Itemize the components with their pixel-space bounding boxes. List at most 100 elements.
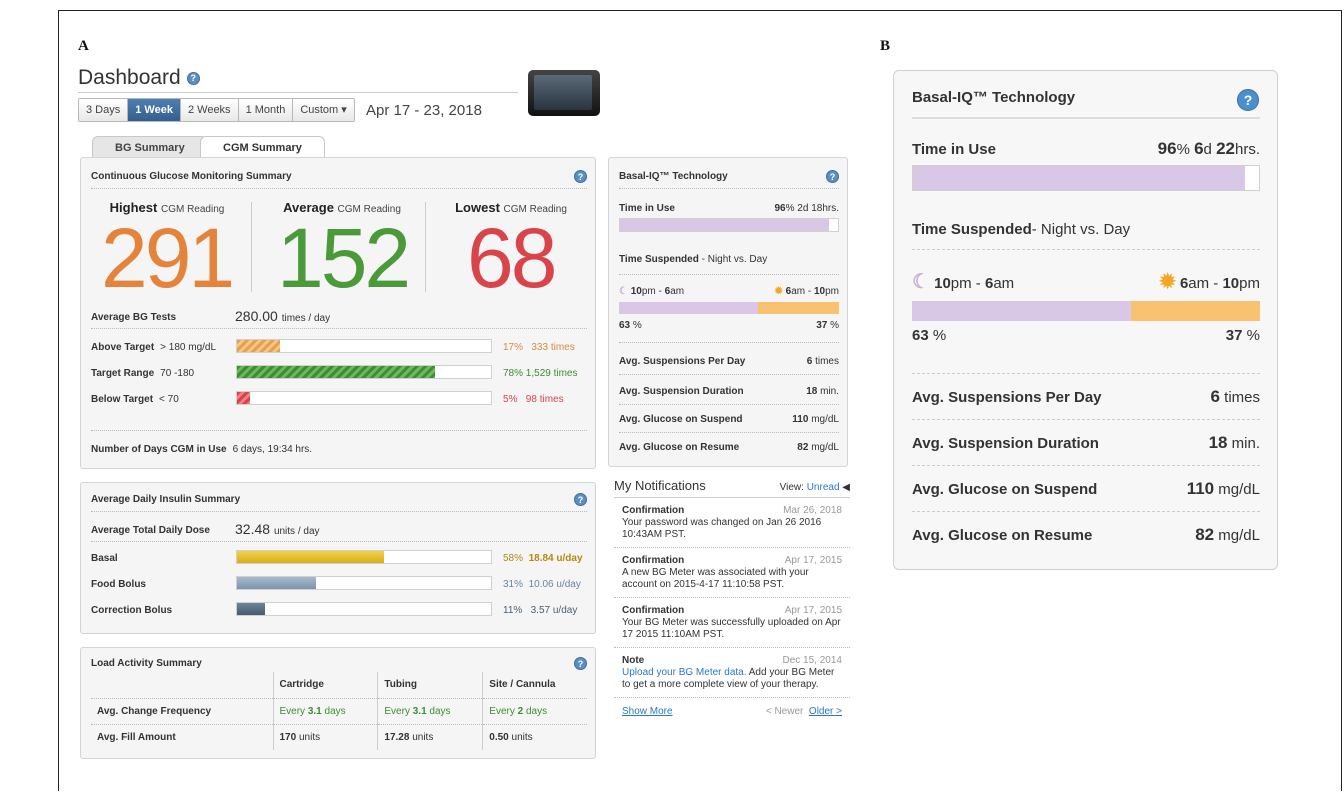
- target-range-bar: [236, 365, 492, 379]
- insulin-summary-title: Average Daily Insulin Summary: [91, 494, 241, 505]
- suspensions-per-day: Avg. Suspensions Per Day 6 times: [619, 356, 839, 367]
- load-activity-title: Load Activity Summary: [91, 658, 202, 669]
- days-cgm-in-use: Number of Days CGM in Use 6 days, 19:34 h…: [91, 444, 313, 455]
- help-icon[interactable]: ?: [826, 170, 839, 183]
- target-range-label: Target Range 70 -180: [91, 368, 195, 379]
- night-day-pct: 63 % 37 %: [619, 320, 839, 331]
- basal-iq-header: Basal-IQ™ Technology ?: [619, 170, 839, 183]
- insulin-summary-panel: Average Daily Insulin Summary ? Average …: [80, 482, 596, 634]
- time-in-use-bar: [619, 218, 839, 232]
- column-header-site-cannula: Site / Cannula: [482, 672, 587, 698]
- glucose-on-resume: Avg. Glucose on Resume 82 mg/dL: [912, 525, 1260, 544]
- time-in-use-row: Time in Use 96% 2d 18hrs.: [619, 203, 839, 214]
- food-bolus-pct: 31% 10.06 u/day: [503, 579, 581, 590]
- suspensions-per-day: Avg. Suspensions Per Day 6 times: [912, 387, 1260, 406]
- basal-iq-panel-small: Basal-IQ™ Technology ? Time in Use 96% 2…: [608, 157, 848, 467]
- help-icon[interactable]: ?: [574, 493, 587, 506]
- change-frequency-label: Avg. Change Frequency: [91, 697, 273, 724]
- upload-meter-link[interactable]: Upload your BG Meter data.: [622, 667, 747, 678]
- fill-amount-label: Avg. Fill Amount: [91, 723, 273, 750]
- column-header-cartridge: Cartridge: [272, 672, 378, 698]
- cgm-summary-title: Continuous Glucose Monitoring Summary: [91, 171, 292, 182]
- night-day-pct: 63 % 37 %: [912, 327, 1260, 344]
- list-item[interactable]: Confirmation Apr 17, 2015 A new BG Meter …: [614, 548, 850, 598]
- notifications-header: My Notifications View: Unread ◀: [614, 478, 850, 498]
- night-day-bar: [619, 302, 839, 314]
- basal-pct: 58% 18.84 u/day: [503, 553, 583, 564]
- panel-label-b: B: [880, 38, 891, 54]
- date-range-selector: 3 Days 1 Week 2 Weeks 1 Month Custom ▾: [78, 98, 355, 122]
- list-item[interactable]: Confirmation Mar 26, 2018 Your password w…: [614, 498, 850, 548]
- correction-bolus-label: Correction Bolus: [91, 605, 173, 616]
- range-button-3-days[interactable]: 3 Days: [79, 99, 129, 121]
- show-more-link[interactable]: Show More: [622, 706, 673, 717]
- view-filter[interactable]: View: Unread ◀: [780, 482, 850, 493]
- page-title-text: Dashboard: [78, 66, 181, 89]
- tab-bg-summary[interactable]: BG Summary: [92, 136, 208, 158]
- basal-label: Basal: [91, 553, 118, 564]
- glucose-on-resume: Avg. Glucose on Resume 82 mg/dL: [619, 442, 839, 453]
- insulin-summary-header: Average Daily Insulin Summary ?: [91, 493, 587, 506]
- tubing-frequency: Every 3.1 days: [377, 697, 483, 724]
- highest-value: 291: [101, 211, 235, 305]
- table-row: Avg. Fill Amount 170 units 17.28 units 0…: [91, 723, 587, 750]
- table-row: Cartridge Tubing Site / Cannula: [91, 672, 587, 698]
- glucose-on-suspend: Avg. Glucose on Suspend 110 mg/dL: [619, 414, 839, 425]
- glucose-on-suspend: Avg. Glucose on Suspend 110 mg/dL: [912, 479, 1260, 498]
- caret-left-icon: ◀: [842, 482, 850, 493]
- site-frequency: Every 2 days: [482, 697, 587, 724]
- moon-icon: ☾: [912, 271, 930, 293]
- column-header-tubing: Tubing: [377, 672, 483, 698]
- suspension-duration: Avg. Suspension Duration 18 min.: [912, 433, 1260, 452]
- below-target-bar: [236, 391, 492, 405]
- load-activity-table: Cartridge Tubing Site / Cannula Avg. Cha…: [91, 672, 587, 750]
- cgm-summary-header: Continuous Glucose Monitoring Summary ?: [91, 170, 587, 183]
- basal-bar: [236, 550, 492, 564]
- panel-label-a: A: [78, 38, 89, 54]
- site-fill: 0.50 units: [482, 723, 587, 750]
- total-daily-dose-value: 32.48 units / day: [235, 521, 320, 537]
- table-row: Avg. Change Frequency Every 3.1 days Eve…: [91, 697, 587, 724]
- list-item: Note Dec 15, 2014 Upload your BG Meter da…: [614, 648, 850, 698]
- range-button-custom[interactable]: Custom ▾: [293, 99, 354, 121]
- night-day-labels: ☾ 10pm - 6am ✹ 6am - 10pm: [619, 286, 839, 297]
- header-divider: [78, 92, 518, 93]
- above-target-bar: [236, 339, 492, 353]
- help-icon[interactable]: ?: [186, 71, 200, 85]
- help-icon[interactable]: ?: [574, 657, 587, 670]
- load-activity-panel: Load Activity Summary ? Cartridge Tubing…: [80, 647, 596, 759]
- night-day-labels: ☾ 10pm - 6am ✹ 6am - 10pm: [912, 271, 1260, 293]
- help-icon[interactable]: ?: [574, 170, 587, 183]
- newer-link[interactable]: < Newer: [766, 706, 804, 717]
- list-item[interactable]: Confirmation Apr 17, 2015 Your BG Meter w…: [614, 598, 850, 648]
- basal-iq-title: Basal-IQ™ Technology: [619, 171, 728, 182]
- cgm-summary-panel: Continuous Glucose Monitoring Summary ? …: [80, 157, 596, 469]
- time-in-use-row: Time in Use 96% 6d 22hrs.: [912, 139, 1260, 158]
- tubing-fill: 17.28 units: [377, 723, 483, 750]
- time-suspended-label: Time Suspended- Night vs. Day: [912, 221, 1131, 238]
- range-button-2-weeks[interactable]: 2 Weeks: [180, 99, 239, 121]
- cartridge-frequency: Every 3.1 days: [272, 697, 378, 724]
- load-activity-header: Load Activity Summary ?: [91, 657, 587, 670]
- above-target-label: Above Target > 180 mg/dL: [91, 342, 217, 353]
- average-value: 152: [277, 211, 411, 305]
- notifications-title: My Notifications: [614, 478, 706, 493]
- time-in-use-bar: [912, 165, 1260, 191]
- total-daily-dose-label: Average Total Daily Dose: [91, 525, 210, 536]
- food-bolus-bar: [236, 576, 492, 590]
- basal-iq-title: Basal-IQ™ Technology: [912, 89, 1076, 106]
- avg-bg-tests-label: Average BG Tests: [91, 312, 177, 323]
- suspension-duration: Avg. Suspension Duration 18 min.: [619, 386, 839, 397]
- date-range-label: Apr 17 - 23, 2018: [366, 102, 482, 119]
- notifications-footer: Show More < Newer Older >: [614, 698, 850, 725]
- sun-icon: ✹: [1159, 271, 1176, 293]
- range-button-1-week[interactable]: 1 Week: [128, 99, 181, 121]
- range-button-1-month[interactable]: 1 Month: [238, 99, 294, 121]
- older-link[interactable]: Older >: [809, 706, 842, 717]
- basal-iq-panel-large: Basal-IQ™ Technology ? Time in Use 96% 6…: [893, 70, 1278, 570]
- correction-bolus-bar: [236, 602, 492, 616]
- correction-bolus-pct: 11% 3.57 u/day: [503, 605, 578, 616]
- below-target-pct: 5% 98 times: [503, 394, 564, 405]
- help-icon[interactable]: ?: [1237, 89, 1259, 111]
- tab-cgm-summary[interactable]: CGM Summary: [200, 136, 325, 158]
